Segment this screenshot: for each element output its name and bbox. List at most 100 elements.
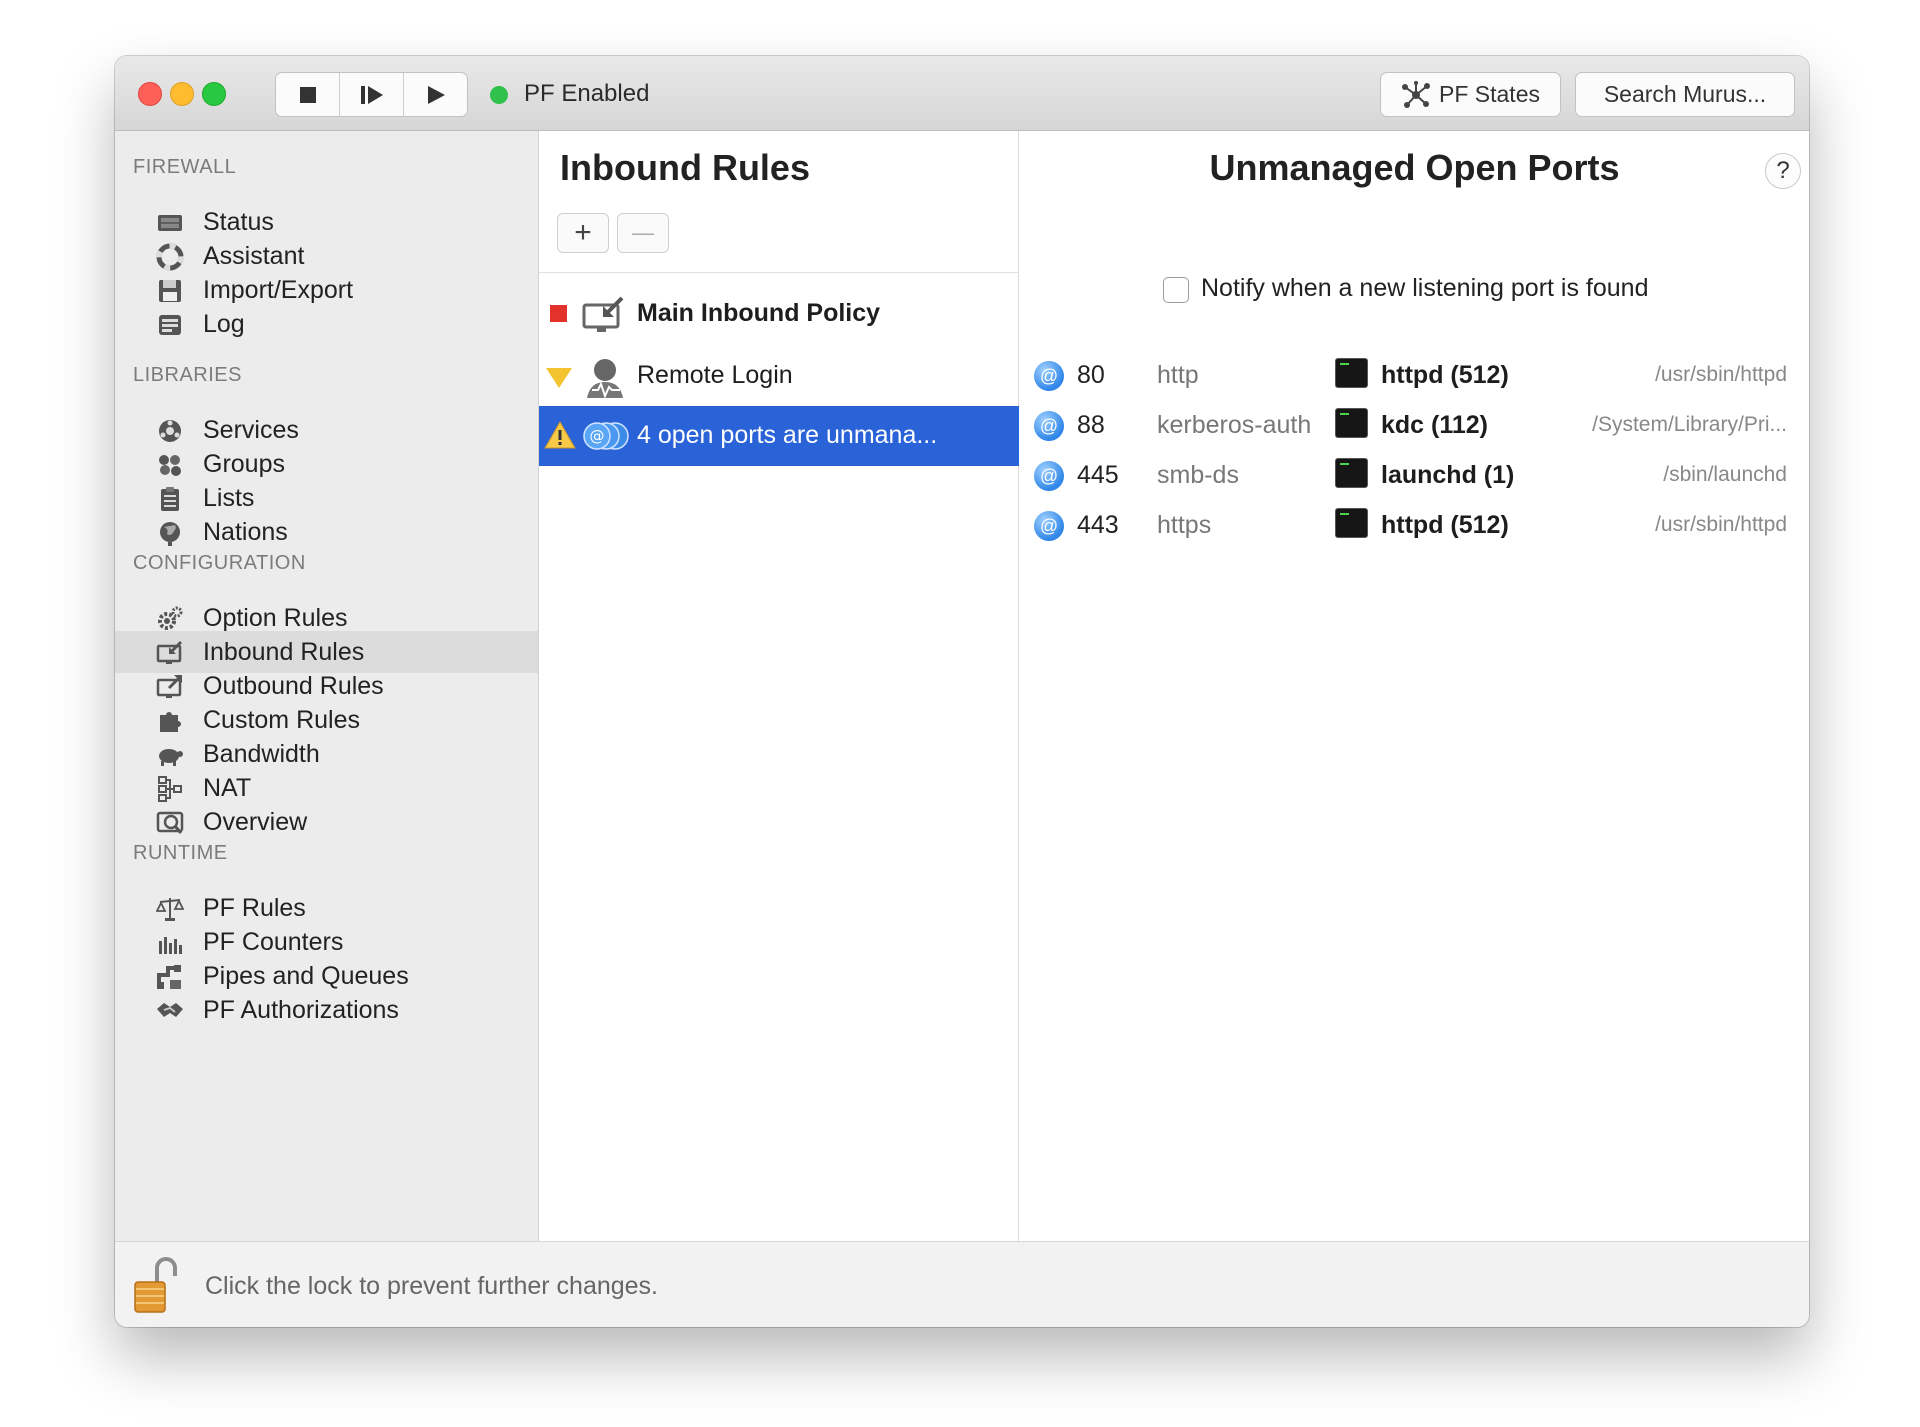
at-icon: @ bbox=[1034, 411, 1064, 441]
at-icon: @ bbox=[1034, 511, 1064, 541]
rule-row-unmanaged-ports[interactable]: @ 4 open ports are unmana... bbox=[539, 406, 1019, 466]
terminal-icon bbox=[1335, 458, 1368, 488]
port-process: httpd (512) bbox=[1381, 511, 1509, 539]
port-service: http bbox=[1157, 361, 1199, 389]
sidebar-item-label: Pipes and Queues bbox=[203, 961, 409, 990]
detail-title: Unmanaged Open Ports bbox=[1209, 147, 1620, 188]
outbound-icon bbox=[156, 675, 182, 698]
nat-icon bbox=[158, 776, 182, 802]
at-ports-icon: @ bbox=[583, 422, 629, 450]
counters-icon bbox=[159, 937, 182, 954]
pf-states-label: PF States bbox=[1439, 81, 1540, 107]
notify-checkbox[interactable] bbox=[1163, 277, 1189, 303]
sidebar-item-label: Lists bbox=[203, 483, 255, 512]
murus-window: PF Enabled PF States Search Murus... FIR… bbox=[115, 56, 1809, 1327]
stop-icon bbox=[299, 86, 316, 103]
globe-icon bbox=[160, 522, 180, 546]
sidebar-item-label: PF Counters bbox=[203, 927, 344, 956]
search-button[interactable]: Search Murus... bbox=[1575, 72, 1795, 117]
notify-label: Notify when a new listening port is foun… bbox=[1201, 274, 1649, 302]
sidebar-item-label: Groups bbox=[203, 449, 285, 478]
sidebar-item-label: Bandwidth bbox=[203, 739, 320, 768]
pf-status-dot bbox=[490, 86, 508, 104]
log-icon bbox=[159, 315, 181, 335]
help-button[interactable]: ? bbox=[1765, 153, 1801, 189]
section-header-configuration: CONFIGURATION bbox=[133, 552, 306, 574]
sidebar: FIREWALL Status Assistant Import/Export … bbox=[115, 131, 539, 1241]
lock-hint-text: Click the lock to prevent further change… bbox=[205, 1272, 659, 1300]
port-service: smb-ds bbox=[1157, 461, 1239, 489]
status-icon bbox=[158, 215, 182, 231]
puzzle-icon bbox=[160, 712, 181, 732]
port-number: 443 bbox=[1077, 511, 1119, 539]
clipboard-icon bbox=[161, 487, 179, 511]
groups-icon bbox=[159, 455, 181, 476]
port-number: 88 bbox=[1077, 411, 1105, 439]
port-path: /usr/sbin/httpd bbox=[1655, 513, 1787, 536]
sidebar-item-label: Status bbox=[203, 207, 274, 236]
sidebar-item-label: Log bbox=[203, 309, 245, 338]
play-icon bbox=[427, 85, 445, 104]
section-header-firewall: FIREWALL bbox=[133, 156, 237, 178]
lock-open-icon[interactable] bbox=[133, 1254, 177, 1314]
remove-rule-button[interactable]: — bbox=[617, 213, 669, 253]
port-number: 80 bbox=[1077, 361, 1105, 389]
at-icon: @ bbox=[1034, 361, 1064, 391]
sidebar-item-overview[interactable]: Overview bbox=[115, 801, 538, 843]
rule-label: 4 open ports are unmana... bbox=[637, 421, 938, 449]
port-number: 445 bbox=[1077, 461, 1119, 489]
step-play-icon bbox=[360, 85, 383, 104]
pf-control-segment bbox=[275, 72, 468, 117]
port-row[interactable]: @ 80 http httpd (512) /usr/sbin/httpd bbox=[1020, 351, 1809, 401]
sidebar-item-label: Import/Export bbox=[203, 275, 354, 304]
minus-icon: — bbox=[632, 220, 654, 245]
terminal-icon bbox=[1335, 358, 1368, 388]
question-icon: ? bbox=[1776, 157, 1790, 184]
sidebar-item-label: Services bbox=[203, 415, 299, 444]
add-rule-button[interactable]: + bbox=[557, 213, 609, 253]
port-row[interactable]: @ 445 smb-ds launchd (1) /sbin/launchd bbox=[1020, 451, 1809, 501]
rule-row-remote-login[interactable]: Remote Login bbox=[539, 346, 1019, 406]
sidebar-item-label: Outbound Rules bbox=[203, 671, 384, 700]
play-button[interactable] bbox=[404, 73, 467, 116]
sidebar-item-nations[interactable]: Nations bbox=[115, 511, 538, 553]
handshake-icon bbox=[157, 1003, 183, 1017]
rule-row-main-inbound-policy[interactable]: Main Inbound Policy bbox=[539, 284, 1019, 344]
plus-icon: + bbox=[574, 216, 592, 249]
port-service: https bbox=[1157, 511, 1212, 539]
sidebar-item-pf-authorizations[interactable]: PF Authorizations bbox=[115, 989, 538, 1031]
pipes-icon bbox=[157, 965, 181, 989]
close-window-button[interactable] bbox=[138, 82, 162, 106]
port-path: /usr/sbin/httpd bbox=[1655, 363, 1787, 386]
search-label: Search Murus... bbox=[1603, 81, 1767, 107]
floppy-icon bbox=[159, 280, 181, 302]
stop-button[interactable] bbox=[276, 73, 340, 116]
rules-list-pane: Inbound Rules + — Main Inbound Policy Re… bbox=[539, 131, 1019, 1241]
rule-label: Remote Login bbox=[637, 361, 793, 389]
sidebar-item-label: Option Rules bbox=[203, 603, 348, 632]
title-bar: PF Enabled PF States Search Murus... bbox=[115, 56, 1809, 131]
minimize-window-button[interactable] bbox=[170, 82, 194, 106]
port-path: /sbin/launchd bbox=[1663, 463, 1787, 486]
detail-pane: Unmanaged Open Ports ? Notify when a new… bbox=[1020, 131, 1809, 1241]
inbound-icon bbox=[156, 640, 183, 664]
sidebar-item-label: Nations bbox=[203, 517, 288, 546]
sidebar-item-label: Overview bbox=[203, 807, 308, 836]
sidebar-item-log[interactable]: Log bbox=[115, 303, 538, 345]
network-nodes-icon bbox=[1402, 80, 1430, 108]
sidebar-item-label: Custom Rules bbox=[203, 705, 360, 734]
port-path: /System/Library/Pri... bbox=[1592, 413, 1787, 436]
sidebar-item-label: NAT bbox=[203, 773, 252, 802]
lifebuoy-icon bbox=[156, 243, 184, 271]
port-process: launchd (1) bbox=[1381, 461, 1515, 489]
port-row[interactable]: @ 443 https httpd (512) /usr/sbin/httpd bbox=[1020, 501, 1809, 551]
pf-states-button[interactable]: PF States bbox=[1380, 72, 1561, 117]
port-row[interactable]: @ 88 kerberos-auth kdc (112) /System/Lib… bbox=[1020, 401, 1809, 451]
step-button[interactable] bbox=[340, 73, 404, 116]
services-icon bbox=[159, 420, 181, 442]
port-process: kdc (112) bbox=[1381, 411, 1489, 439]
pane-title: Inbound Rules bbox=[560, 147, 810, 188]
zoom-window-button[interactable] bbox=[202, 82, 226, 106]
sidebar-item-label: PF Authorizations bbox=[203, 995, 399, 1024]
divider bbox=[539, 272, 1018, 273]
